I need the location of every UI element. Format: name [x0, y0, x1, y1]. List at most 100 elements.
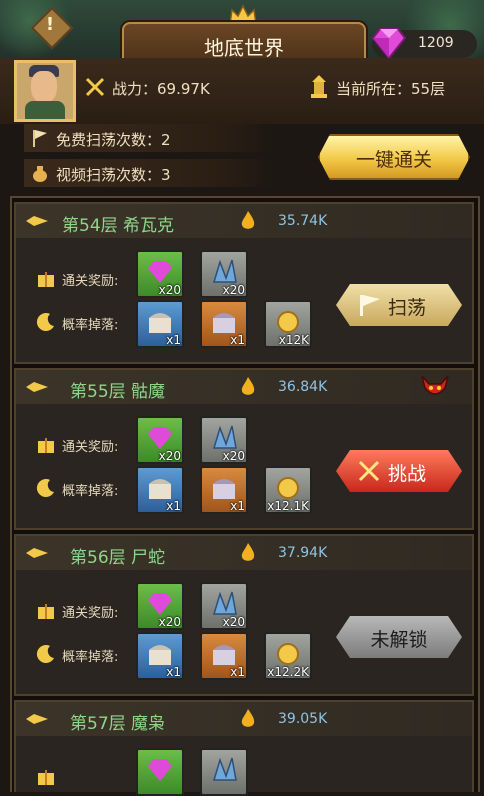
- crystal-icon: [212, 425, 237, 449]
- clear-reward-label: 通关奖励:: [62, 274, 119, 289]
- arrow-icon: [26, 714, 48, 724]
- challenge-button-label: 挑战: [388, 463, 427, 485]
- gift-icon: [38, 770, 54, 785]
- challenge-button[interactable]: 挑战: [336, 450, 462, 492]
- crystal-icon: [212, 591, 237, 615]
- flag-icon: [356, 293, 382, 317]
- avatar-face: [31, 71, 57, 103]
- reward-gem-item[interactable]: x20: [136, 250, 184, 298]
- crystal-icon: [212, 757, 237, 781]
- gem-count: 1209: [418, 35, 454, 51]
- page-title: 地底世界: [204, 36, 284, 60]
- gift-icon: [38, 438, 54, 453]
- floor-name: 第54层 希瓦克: [62, 216, 175, 236]
- coin-icon: [277, 643, 299, 665]
- drop-chest-item[interactable]: x1: [136, 300, 184, 348]
- reward-crystal-item[interactable]: x20: [200, 250, 248, 298]
- item-count: x20: [222, 283, 245, 297]
- item-count: x20: [158, 449, 181, 463]
- drop-chest-item[interactable]: x1: [136, 466, 184, 514]
- gift-icon: [38, 604, 54, 619]
- gem-icon: [148, 261, 172, 283]
- reward-crystal-item[interactable]: x20: [200, 582, 248, 630]
- floor-power: 35.74K: [278, 213, 328, 229]
- arrow-icon: [26, 548, 48, 558]
- item-count: x20: [222, 615, 245, 629]
- alert-glyph: !: [45, 14, 55, 35]
- flame-icon: [241, 543, 255, 561]
- floor-card: 第56层 尸蛇 37.94K 通关奖励: 概率掉落: x20 x20 x1 x1…: [14, 534, 474, 696]
- crystal-icon: [212, 259, 237, 283]
- chest-icon: [149, 313, 171, 333]
- moon-icon: [36, 645, 54, 664]
- reward-crystal-item[interactable]: x20: [200, 416, 248, 464]
- item-count: x20: [222, 449, 245, 463]
- drop-coin-item[interactable]: x12.2K: [264, 632, 312, 680]
- drop-chest-item[interactable]: x1: [200, 632, 248, 680]
- power-stat: 战力：69.97K: [112, 80, 210, 98]
- floor-card: 第54层 希瓦克 35.74K 通关奖励: 概率掉落: x20 x20 x1 x…: [14, 202, 474, 364]
- reward-gem-item[interactable]: [136, 748, 184, 796]
- floor-name: 第55层 骷魔: [70, 382, 166, 402]
- item-count: x1: [166, 333, 181, 347]
- reward-gem-item[interactable]: x20: [136, 416, 184, 464]
- sweep-button[interactable]: 扫荡: [336, 284, 462, 326]
- coin-icon: [277, 311, 299, 333]
- current-floor-stat: 当前所在：55层: [336, 80, 446, 98]
- avatar-body: [25, 101, 65, 119]
- flame-icon: [241, 211, 255, 229]
- floor-card: 第57层 魔枭 39.05K: [14, 700, 474, 796]
- chest-icon: [213, 479, 235, 499]
- drop-chest-item[interactable]: x1: [136, 632, 184, 680]
- clear-reward-label: 通关奖励:: [62, 440, 119, 455]
- tower-icon: [311, 75, 327, 98]
- drop-coin-item[interactable]: x12.1K: [264, 466, 312, 514]
- floor-power: 39.05K: [278, 711, 328, 727]
- reward-crystal-item[interactable]: [200, 748, 248, 796]
- crossed-swords-icon: [85, 77, 105, 97]
- coin-icon: [277, 477, 299, 499]
- drop-chest-item[interactable]: x1: [200, 466, 248, 514]
- drop-chest-item[interactable]: x1: [200, 300, 248, 348]
- moon-icon: [36, 479, 54, 498]
- floor-card: 第55层 骷魔 36.84K 通关奖励: 概率掉落: x20 x20 x1 x1…: [14, 368, 474, 530]
- gem-icon: [148, 593, 172, 615]
- locked-button[interactable]: 未解锁: [336, 616, 462, 658]
- flame-icon: [241, 377, 255, 395]
- free-sweep-label: 免费扫荡次数：2: [56, 131, 171, 149]
- drop-label: 概率掉落:: [62, 318, 119, 333]
- avatar[interactable]: [14, 60, 76, 122]
- gem-icon: [148, 427, 172, 449]
- free-sweep-row: 免费扫荡次数：2: [24, 124, 274, 152]
- floor-header: 第56层 尸蛇 37.94K: [16, 536, 472, 570]
- floor-name: 第57层 魔枭: [70, 714, 166, 734]
- item-count: x12K: [278, 333, 309, 347]
- money-bag-icon: [33, 166, 47, 182]
- item-count: x20: [158, 615, 181, 629]
- boss-demon-icon: [421, 375, 449, 395]
- alert-button[interactable]: !: [30, 6, 74, 50]
- floor-power: 37.94K: [278, 545, 328, 561]
- item-count: x1: [166, 499, 181, 513]
- video-sweep-label: 视频扫荡次数：3: [56, 166, 171, 184]
- drop-coin-item[interactable]: x12K: [264, 300, 312, 348]
- moon-icon: [36, 313, 54, 332]
- drop-label: 概率掉落:: [62, 484, 119, 499]
- reward-gem-item[interactable]: x20: [136, 582, 184, 630]
- flag-icon: [33, 130, 47, 147]
- item-count: x1: [230, 499, 245, 513]
- gem-icon: [148, 759, 172, 781]
- floor-header: 第55层 骷魔 36.84K: [16, 370, 472, 404]
- gem-counter[interactable]: 1209: [371, 28, 477, 60]
- floor-power: 36.84K: [278, 379, 328, 395]
- clear-reward-label: 通关奖励:: [62, 606, 119, 621]
- flame-icon: [241, 709, 255, 727]
- gift-icon: [38, 272, 54, 287]
- one-key-clear-label: 一键通关: [355, 149, 432, 171]
- floor-header: 第57层 魔枭 39.05K: [16, 702, 472, 736]
- chest-icon: [213, 313, 235, 333]
- one-key-clear-button[interactable]: 一键通关: [318, 134, 470, 180]
- chest-icon: [149, 479, 171, 499]
- item-count: x1: [230, 665, 245, 679]
- sweep-button-label: 扫荡: [388, 297, 427, 319]
